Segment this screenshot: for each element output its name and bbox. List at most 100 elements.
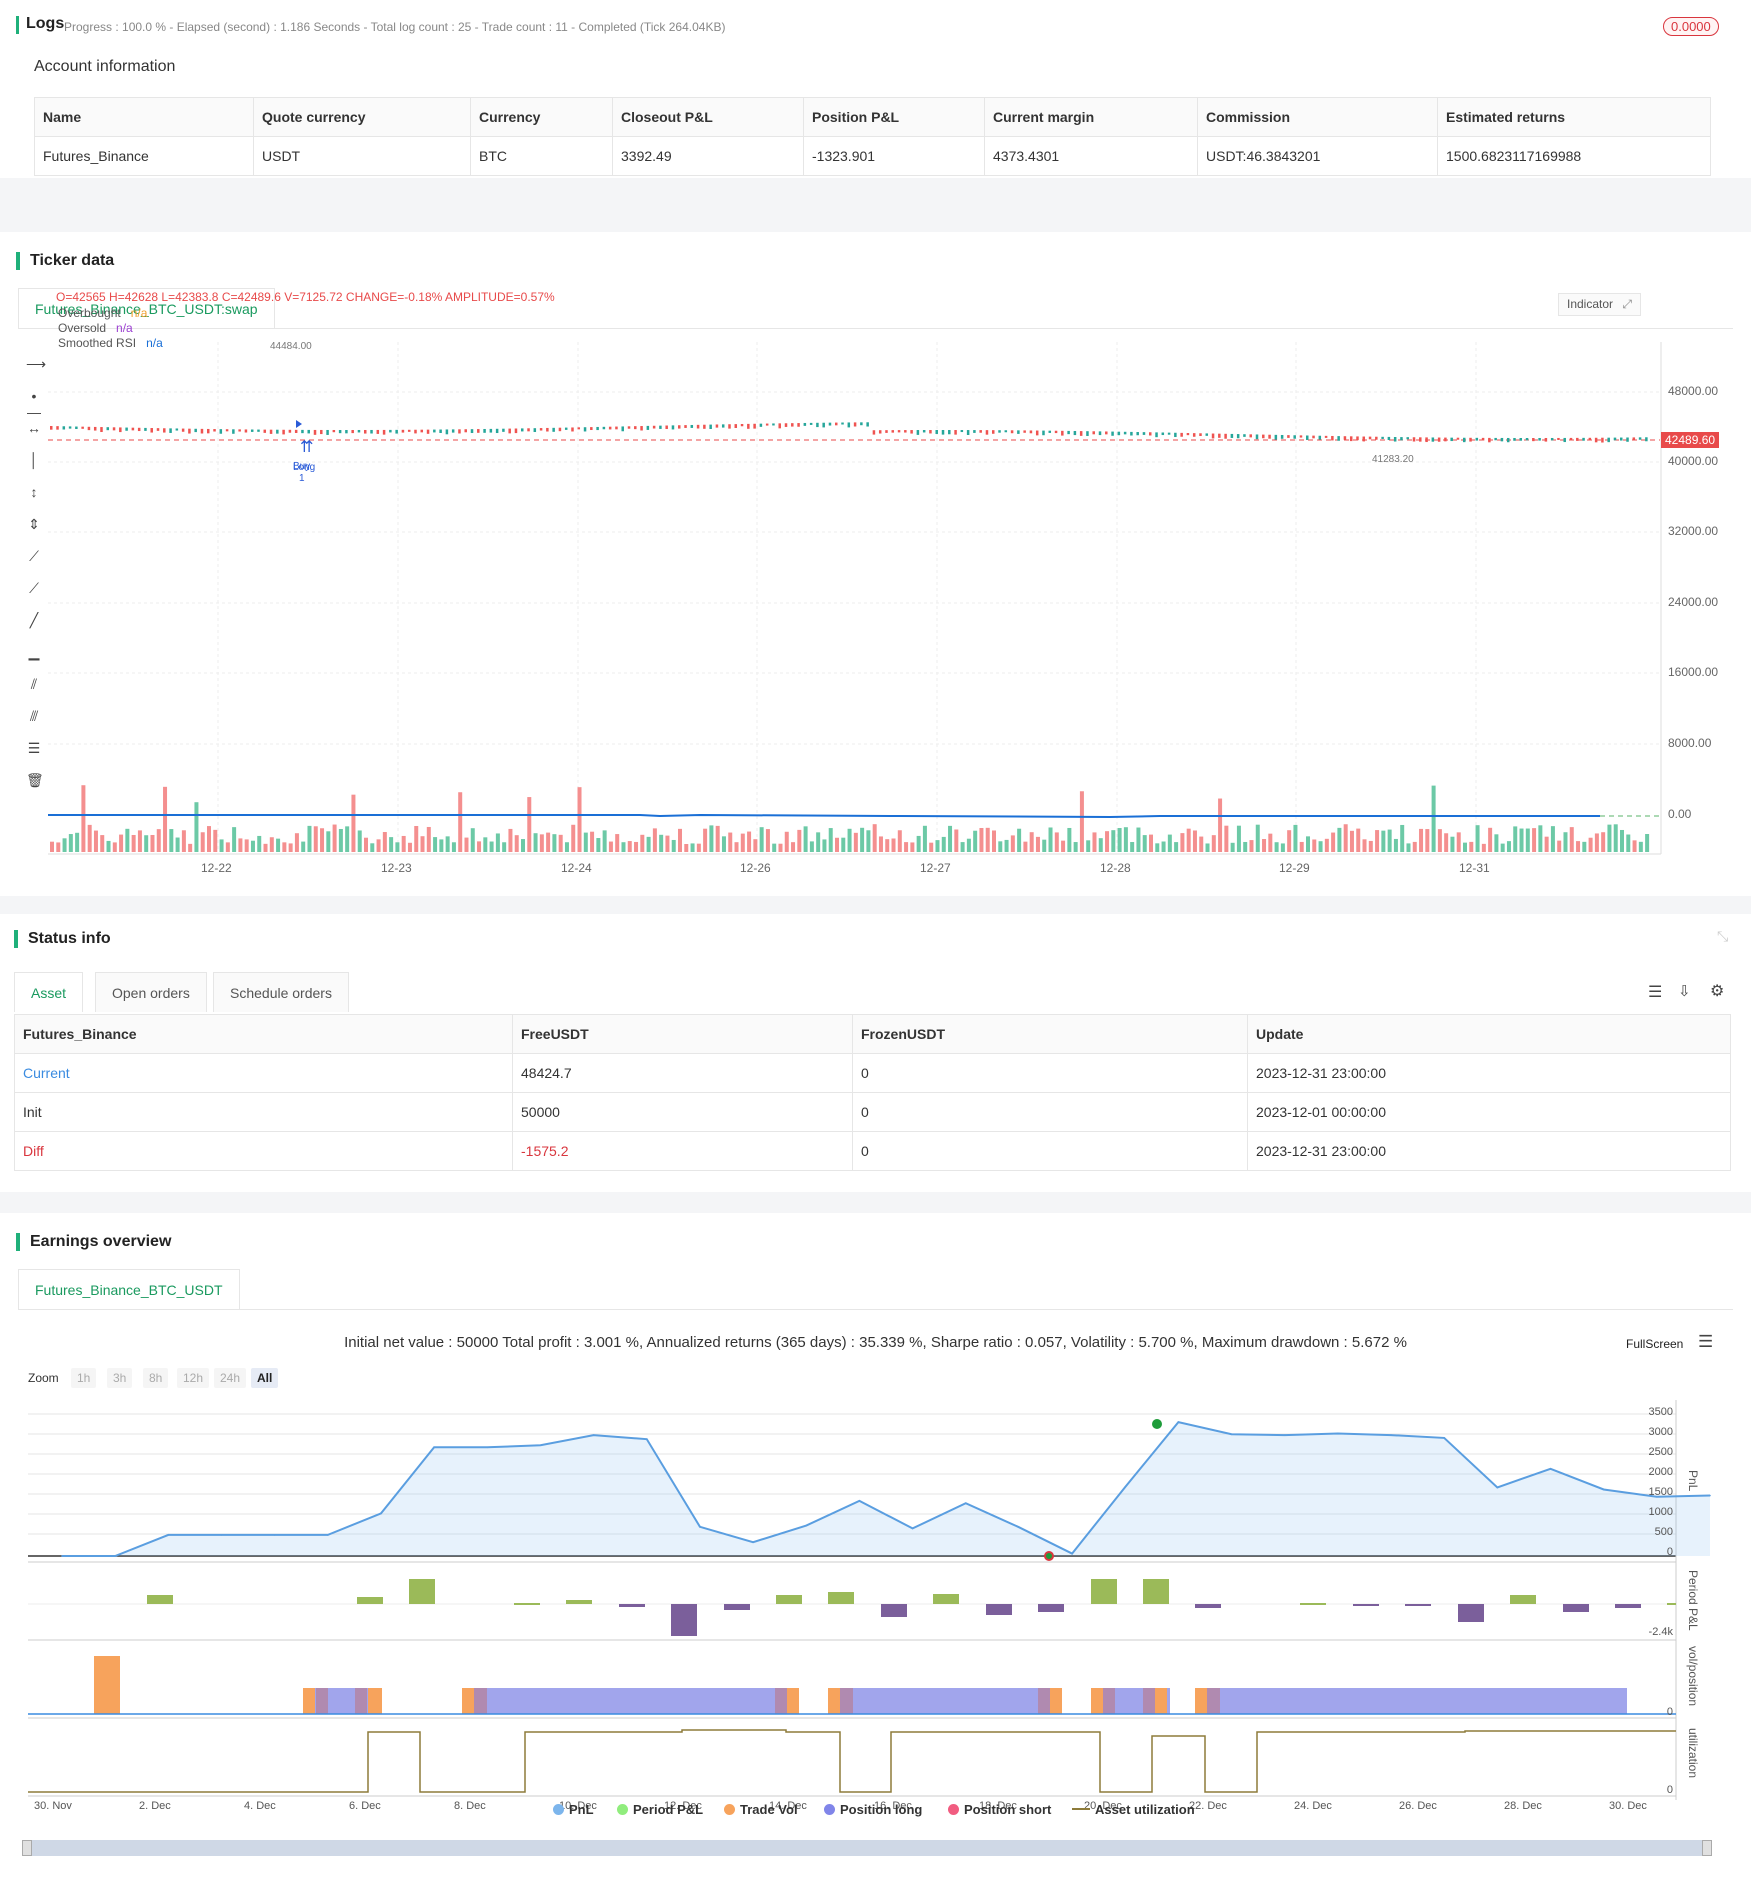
period-bar xyxy=(1510,1595,1536,1604)
pnl-point xyxy=(1443,1437,1445,1439)
trade-vol-bar xyxy=(316,1688,328,1714)
asset-utilization-line xyxy=(28,1729,1676,1793)
pnl-point xyxy=(1124,1486,1127,1488)
pnl-point xyxy=(327,1534,329,1536)
pnl-point xyxy=(167,1534,170,1536)
vol-axis-label: vol/position xyxy=(1686,1646,1700,1707)
vol-position-panel xyxy=(28,1656,1676,1715)
position-long-bar xyxy=(462,1688,784,1714)
pnl-tick: 2500 xyxy=(1648,1446,1673,1458)
x-tick: 28. Dec xyxy=(1504,1800,1542,1812)
pnl-point xyxy=(911,1527,914,1530)
legend-asset-utilization[interactable]: Asset utilization xyxy=(1072,1802,1195,1817)
trade-vol-bar xyxy=(355,1688,367,1714)
pnl-point xyxy=(699,1525,701,1528)
legend-position-long[interactable]: Position long xyxy=(824,1802,922,1817)
pnl-tick: 3500 xyxy=(1648,1406,1673,1418)
pnl-point xyxy=(1337,1432,1339,1435)
util-zero-tick: 0 xyxy=(1666,1784,1673,1796)
trade-vol-bar xyxy=(94,1656,120,1714)
period-bar xyxy=(147,1595,173,1604)
x-tick: 8. Dec xyxy=(454,1800,486,1812)
pnl-point xyxy=(114,1555,116,1557)
legend-pnl[interactable]: PnL xyxy=(553,1802,594,1817)
pnl-point xyxy=(61,1555,63,1557)
legend-position-short[interactable]: Position short xyxy=(948,1802,1051,1817)
trade-vol-bar xyxy=(1103,1688,1115,1714)
earnings-chart xyxy=(28,1400,1711,1800)
pnl-tick: 0 xyxy=(1666,1546,1673,1558)
trade-vol-bar xyxy=(775,1688,787,1714)
period-bar xyxy=(1300,1603,1326,1605)
trade-vol-bar xyxy=(787,1688,799,1714)
trade-vol-bar xyxy=(840,1688,853,1714)
pnl-point xyxy=(805,1524,808,1527)
legend-label: Trade Vol xyxy=(740,1802,798,1817)
trade-vol-bar xyxy=(1155,1688,1167,1714)
trade-vol-bar xyxy=(1207,1688,1220,1714)
period-bar xyxy=(776,1595,802,1604)
pnl-point xyxy=(1602,1488,1605,1491)
legend-label: Period P&L xyxy=(633,1802,704,1817)
period-bar xyxy=(619,1604,645,1607)
period-bar xyxy=(1143,1579,1169,1604)
util-axis-label: utilization xyxy=(1686,1728,1700,1779)
pnl-area xyxy=(62,1422,1710,1556)
trade-vol-bar xyxy=(474,1688,487,1714)
legend-dot xyxy=(553,1804,564,1815)
period-bar xyxy=(1091,1579,1117,1604)
navigator-right-handle[interactable] xyxy=(1702,1840,1712,1856)
pnl-point xyxy=(752,1541,754,1544)
period-bar xyxy=(1667,1603,1676,1605)
legend-label: Position long xyxy=(840,1802,923,1817)
trade-vol-bar xyxy=(303,1688,315,1714)
pnl-point xyxy=(1496,1486,1499,1489)
legend-dot xyxy=(724,1804,735,1815)
pnl-point xyxy=(1177,1421,1180,1423)
trade-vol-bar xyxy=(828,1688,840,1714)
period-bar xyxy=(409,1579,435,1604)
legend-trade-vol[interactable]: Trade Vol xyxy=(724,1802,798,1817)
pnl-point xyxy=(964,1502,967,1505)
period-bar xyxy=(986,1604,1012,1615)
pnl-point xyxy=(858,1500,861,1502)
trade-vol-bar xyxy=(1091,1688,1103,1714)
period-bar xyxy=(566,1600,592,1604)
navigator-left-handle[interactable] xyxy=(22,1840,32,1856)
pnl-tick: 2000 xyxy=(1648,1466,1673,1478)
legend-dot xyxy=(617,1804,628,1815)
legend-line xyxy=(1072,1808,1090,1810)
pnl-axis-label: PnL xyxy=(1686,1470,1700,1492)
x-tick: 30. Dec xyxy=(1609,1800,1647,1812)
legend-period-pnl[interactable]: Period P&L xyxy=(617,1802,703,1817)
x-tick: 30. Nov xyxy=(34,1800,72,1812)
period-bar xyxy=(724,1604,750,1610)
legend-label: Position short xyxy=(964,1802,1052,1817)
pnl-point xyxy=(1071,1552,1073,1555)
period-bar xyxy=(514,1603,540,1605)
pnl-point xyxy=(1230,1433,1233,1436)
period-bar xyxy=(357,1597,383,1604)
pnl-point xyxy=(592,1434,595,1436)
legend-label: PnL xyxy=(569,1802,594,1817)
period-bar xyxy=(1353,1604,1379,1606)
pnl-tick: 3000 xyxy=(1648,1426,1673,1438)
x-tick: 2. Dec xyxy=(139,1800,171,1812)
pnl-tick: 1000 xyxy=(1648,1506,1673,1518)
period-pnl-bars xyxy=(28,1579,1676,1636)
pnl-point xyxy=(220,1534,223,1536)
legend-dot xyxy=(948,1804,959,1815)
period-bar xyxy=(1038,1604,1064,1612)
pnl-point xyxy=(645,1438,648,1440)
period-bar xyxy=(1458,1604,1484,1622)
x-tick: 6. Dec xyxy=(349,1800,381,1812)
pnl-tick: 1500 xyxy=(1648,1486,1673,1498)
pnl-point xyxy=(486,1446,489,1449)
pnl-point xyxy=(1018,1526,1020,1528)
period-bar xyxy=(933,1594,959,1604)
max-marker xyxy=(1152,1419,1162,1429)
pnl-point xyxy=(1709,1494,1711,1497)
pnl-point xyxy=(539,1444,542,1447)
navigator-scrollbar[interactable] xyxy=(28,1840,1708,1856)
period-bar xyxy=(881,1604,907,1617)
